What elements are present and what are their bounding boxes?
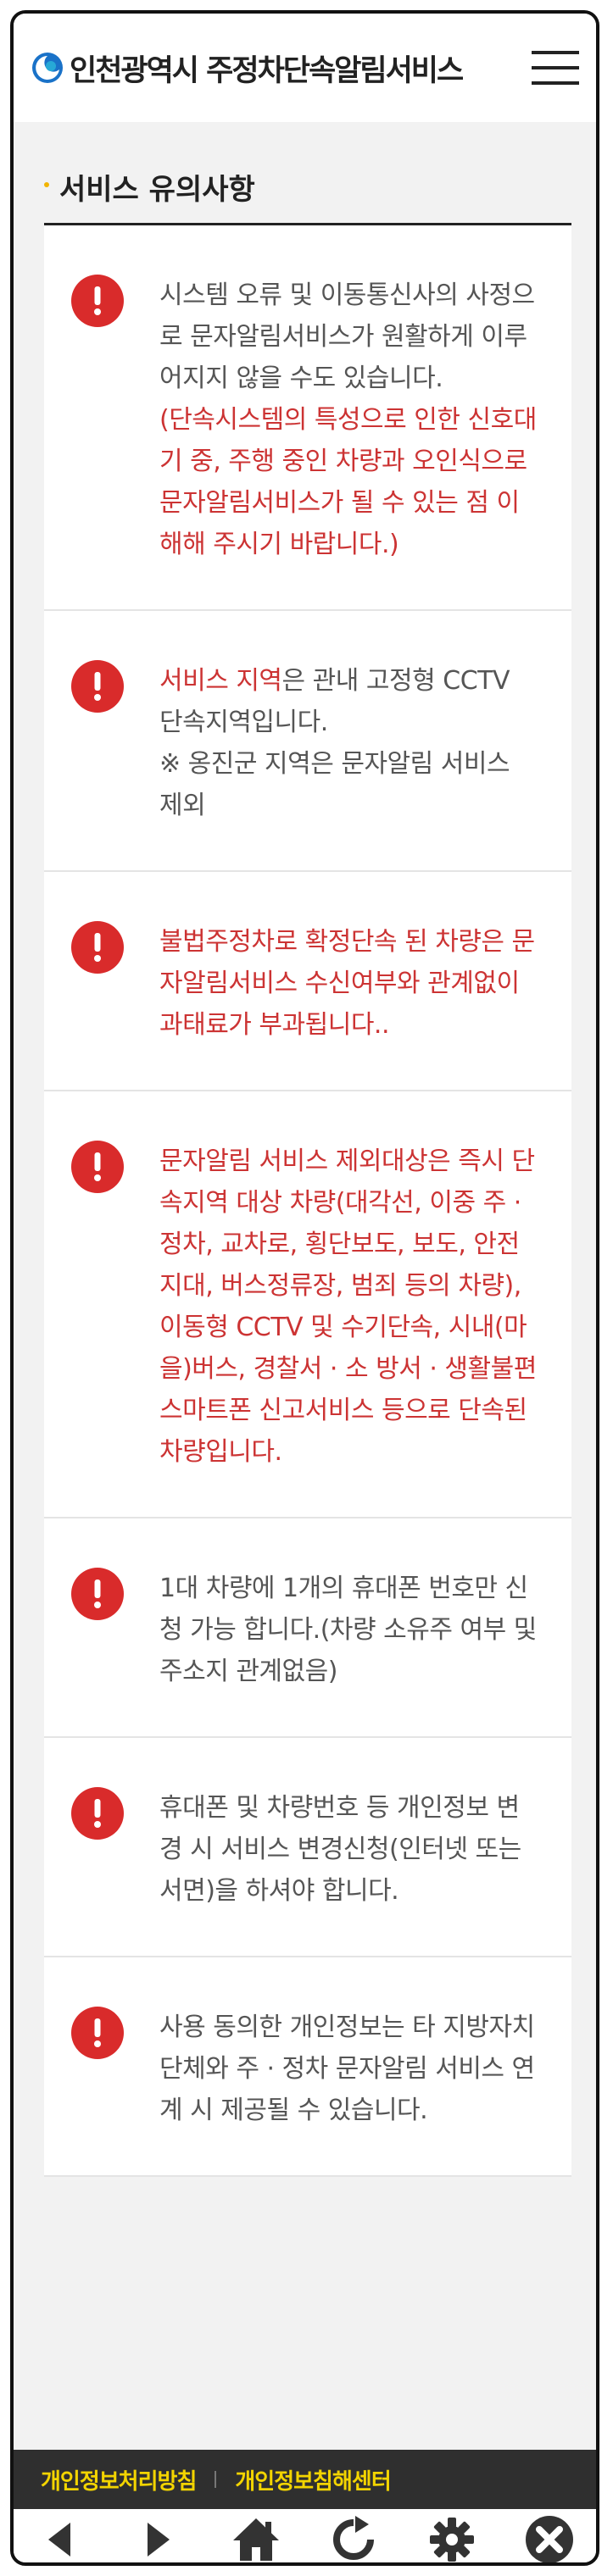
close-icon — [525, 2515, 573, 2562]
section-header: 서비스 유의사항 — [44, 153, 571, 225]
notice-body: 휴대폰 및 차량번호 등 개인정보 변경 시 서비스 변경신청(인터넷 또는 서… — [159, 1793, 521, 1906]
notice-highlight: 서비스 지역 — [159, 666, 282, 696]
app-frame: 인천광역시 주정차단속알림서비스 서비스 유의사항 시스템 오류 및 이동통신사… — [10, 10, 599, 2566]
settings-icon — [429, 2517, 474, 2562]
close-button[interactable] — [524, 2514, 575, 2562]
notice-body: ※ 옹진군 지역은 문자알림 서비스 제외 — [159, 749, 510, 820]
logo[interactable]: 인천광역시 주정차단속알림서비스 — [31, 47, 464, 90]
notice-highlight: 불법주정차로 확정단속 된 차량은 문자알림서비스 수신여부와 관계없이 과태료… — [159, 927, 535, 1040]
header: 인천광역시 주정차단속알림서비스 — [14, 14, 596, 122]
site-title: 인천광역시 주정차단속알림서비스 — [70, 53, 464, 88]
notice-body: 사용 동의한 개인정보는 타 지방자치단체와 주 · 정차 문자알림 서비스 연… — [159, 2012, 535, 2125]
home-icon — [232, 2518, 279, 2561]
refresh-button[interactable] — [328, 2514, 379, 2563]
section-title: 서비스 유의사항 — [59, 173, 255, 207]
logo-mark-icon — [32, 53, 63, 83]
alert-icon — [71, 921, 124, 974]
notice-item: 1대 차량에 1개의 휴대폰 번호만 신청 가능 합니다.(차량 소유주 여부 … — [44, 1518, 571, 1738]
privacy-center-link[interactable]: 개인정보침해센터 — [235, 2464, 391, 2496]
footer: 개인정보처리방침 개인정보침해센터 — [14, 2450, 596, 2509]
alert-icon — [71, 660, 124, 713]
notice-text: 시스템 오류 및 이동통신사의 사정으로 문자알림서비스가 원활하게 이루어지지… — [159, 275, 538, 565]
forward-button[interactable] — [132, 2514, 183, 2563]
notice-text: 1대 차량에 1개의 휴대폰 번호만 신청 가능 합니다.(차량 소유주 여부 … — [159, 1568, 538, 1692]
menu-icon[interactable] — [532, 51, 579, 85]
back-button[interactable] — [35, 2514, 86, 2563]
notice-text: 불법주정차로 확정단속 된 차량은 문자알림서비스 수신여부와 관계없이 과태료… — [159, 921, 538, 1046]
notice-item: 불법주정차로 확정단속 된 차량은 문자알림서비스 수신여부와 관계없이 과태료… — [44, 872, 571, 1091]
bullet-icon — [44, 182, 49, 187]
notice-item: 서비스 지역은 관내 고정형 CCTV 단속지역입니다. ※ 옹진군 지역은 문자… — [44, 611, 571, 872]
home-button[interactable] — [231, 2514, 281, 2563]
alert-icon — [71, 1787, 124, 1840]
notice-body: 1대 차량에 1개의 휴대폰 번호만 신청 가능 합니다.(차량 소유주 여부 … — [159, 1574, 537, 1686]
notice-text: 사용 동의한 개인정보는 타 지방자치단체와 주 · 정차 문자알림 서비스 연… — [159, 2007, 538, 2131]
alert-icon — [71, 2007, 124, 2059]
notice-highlight: 문자알림 서비스 제외대상은 즉시 단속지역 대상 차량(대각선, 이중 주 ·… — [159, 1146, 537, 1467]
privacy-policy-link[interactable]: 개인정보처리방침 — [41, 2464, 197, 2496]
notice-text: 서비스 지역은 관내 고정형 CCTV 단속지역입니다. ※ 옹진군 지역은 문자… — [159, 660, 538, 826]
notice-item: 사용 동의한 개인정보는 타 지방자치단체와 주 · 정차 문자알림 서비스 연… — [44, 1957, 571, 2177]
alert-icon — [71, 1568, 124, 1620]
forward-icon — [148, 2522, 170, 2557]
notice-list: 시스템 오류 및 이동통신사의 사정으로 문자알림서비스가 원활하게 이루어지지… — [44, 225, 571, 2177]
notice-item: 휴대폰 및 차량번호 등 개인정보 변경 시 서비스 변경신청(인터넷 또는 서… — [44, 1738, 571, 1957]
alert-icon — [71, 275, 124, 327]
alert-icon — [71, 1141, 124, 1193]
notice-text: 휴대폰 및 차량번호 등 개인정보 변경 시 서비스 변경신청(인터넷 또는 서… — [159, 1787, 538, 1912]
footer-divider — [215, 2471, 217, 2488]
notice-body: 시스템 오류 및 이동통신사의 사정으로 문자알림서비스가 원활하게 이루어지지… — [159, 280, 535, 393]
settings-button[interactable] — [426, 2514, 477, 2563]
back-icon — [48, 2522, 70, 2557]
refresh-icon — [333, 2515, 375, 2560]
notice-item: 시스템 오류 및 이동통신사의 사정으로 문자알림서비스가 원활하게 이루어지지… — [44, 225, 571, 611]
notice-item: 문자알림 서비스 제외대상은 즉시 단속지역 대상 차량(대각선, 이중 주 ·… — [44, 1091, 571, 1518]
notice-highlight: (단속시스템의 특성으로 인한 신호대기 중, 주행 중인 차량과 오인식으로 … — [159, 405, 537, 559]
notice-text: 문자알림 서비스 제외대상은 즉시 단속지역 대상 차량(대각선, 이중 주 ·… — [159, 1141, 538, 1473]
browser-nav-bar — [14, 2509, 596, 2563]
notice-section: 서비스 유의사항 시스템 오류 및 이동통신사의 사정으로 문자알림서비스가 원… — [44, 153, 571, 2177]
